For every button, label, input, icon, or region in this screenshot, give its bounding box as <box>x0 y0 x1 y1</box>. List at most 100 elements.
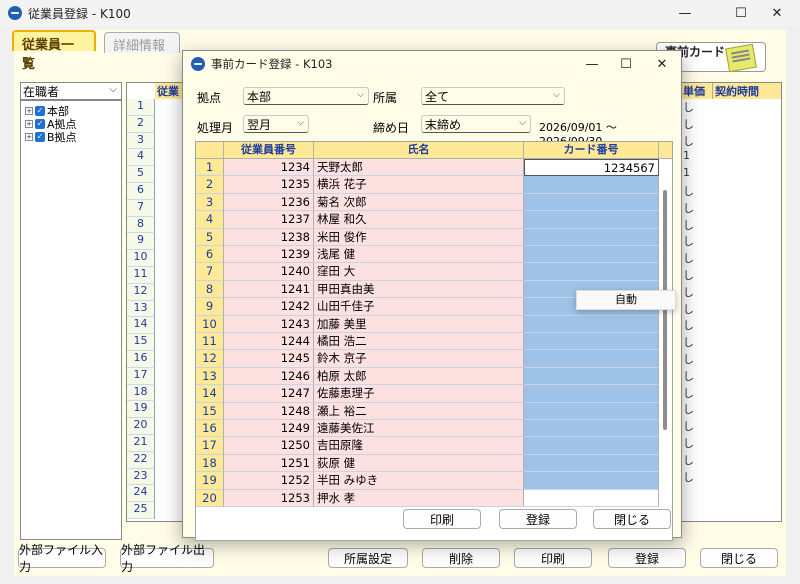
cell-card[interactable] <box>524 437 659 455</box>
table-row[interactable]: 2 1235 横浜 花子 <box>196 176 672 194</box>
dept-label: 所属 <box>373 91 398 105</box>
cell-card[interactable] <box>524 402 659 420</box>
dialog-register-button[interactable]: 登録 <box>499 509 577 529</box>
cell-card[interactable] <box>524 489 659 507</box>
cell-card[interactable] <box>524 472 659 490</box>
grid-row-number: 14 <box>127 317 155 335</box>
close-button[interactable]: 閉じる <box>700 548 778 568</box>
table-row[interactable]: 14 1247 佐藤恵理子 <box>196 385 672 403</box>
checkbox-checked-icon[interactable]: ✓ <box>35 105 45 116</box>
checkbox-checked-icon[interactable]: ✓ <box>35 131 45 142</box>
table-row[interactable]: 7 1240 窪田 大 <box>196 263 672 281</box>
minimize-icon[interactable]: — <box>662 0 708 26</box>
cell-emp: 1247 <box>224 385 314 403</box>
grid-row-number: 8 <box>127 216 155 234</box>
cell-no: 15 <box>196 402 224 420</box>
table-row[interactable]: 19 1252 半田 みゆき <box>196 472 672 490</box>
grid-row-number: 21 <box>127 434 155 452</box>
cell-no: 13 <box>196 367 224 386</box>
table-row[interactable]: 17 1250 吉田原隆 <box>196 437 672 455</box>
register-button[interactable]: 登録 <box>608 548 686 568</box>
grid-unit-price-cell: し <box>683 403 694 417</box>
expand-icon[interactable]: + <box>25 106 33 115</box>
table-row[interactable]: 13 1246 柏原 太郎 <box>196 367 672 386</box>
grid-scrollbar[interactable] <box>661 160 669 540</box>
grid-unit-price-cell: し <box>683 302 694 316</box>
cell-card[interactable] <box>524 454 659 473</box>
cell-emp: 1237 <box>224 211 314 229</box>
base-select[interactable]: 本部 ⌵ <box>243 87 369 105</box>
table-row[interactable]: 5 1238 米田 俊作 <box>196 228 672 246</box>
cell-card[interactable] <box>524 193 659 212</box>
grid-unit-price-cell: し <box>683 352 694 366</box>
table-row[interactable]: 10 1243 加藤 美里 <box>196 315 672 333</box>
close-icon[interactable]: ✕ <box>754 0 800 26</box>
dept-select-value: 全て <box>425 89 450 104</box>
tab-details[interactable]: 詳細情報 <box>104 32 180 54</box>
cell-card[interactable] <box>524 246 659 264</box>
cell-card[interactable] <box>524 420 659 438</box>
status-filter-value: 在職者 <box>23 84 60 99</box>
base-label: 拠点 <box>197 91 222 105</box>
import-file-button[interactable]: 外部ファイル入力 <box>18 543 106 574</box>
print-button[interactable]: 印刷 <box>514 548 592 568</box>
tree-item-b[interactable]: + ✓ B拠点 <box>25 130 121 144</box>
dept-settings-button[interactable]: 所属設定 <box>328 548 408 568</box>
closing-select-value: 末締め <box>425 117 462 132</box>
closing-select[interactable]: 末締め ⌵ <box>421 115 531 133</box>
cell-emp: 1251 <box>224 454 314 473</box>
grid-header-contract-hours: 契約時間 <box>713 83 781 99</box>
cell-card[interactable] <box>524 385 659 403</box>
cell-card[interactable] <box>524 263 659 281</box>
table-row[interactable]: 6 1239 浅尾 健 <box>196 246 672 264</box>
cell-no: 2 <box>196 176 224 194</box>
grid-corner-right <box>659 142 672 159</box>
month-label: 処理月 <box>197 121 234 135</box>
expand-icon[interactable]: + <box>25 132 33 141</box>
table-row[interactable]: 20 1253 押水 孝 <box>196 489 672 507</box>
tab-employee-list[interactable]: 従業員一覧 <box>12 30 96 72</box>
cell-emp: 1244 <box>224 333 314 351</box>
expand-icon[interactable]: + <box>25 119 33 128</box>
table-row[interactable]: 3 1236 菊名 次郎 <box>196 193 672 212</box>
checkbox-checked-icon[interactable]: ✓ <box>35 118 45 129</box>
card-grid[interactable]: 従業員番号 氏名 カード番号 1 1234 天野太郎 1234567 2 1235 横浜 花… <box>195 141 673 541</box>
table-row[interactable]: 18 1251 荻原 健 <box>196 454 672 473</box>
chevron-down-icon: ⌵ <box>357 90 364 100</box>
cell-name: 瀬上 裕二 <box>314 402 524 420</box>
cell-name: 窪田 大 <box>314 263 524 281</box>
grid-unit-price-cell: し <box>683 470 694 484</box>
grid-row-number: 2 <box>127 115 155 133</box>
grid-row-number: 25 <box>127 502 155 519</box>
status-filter-select[interactable]: 在職者 ⌵ <box>20 82 122 100</box>
export-file-button[interactable]: 外部ファイル出力 <box>120 543 214 574</box>
table-row[interactable]: 15 1248 瀬上 裕二 <box>196 402 672 420</box>
cell-card[interactable] <box>524 176 659 194</box>
month-select[interactable]: 翌月 ⌵ <box>243 115 309 133</box>
table-row[interactable]: 16 1249 遠藤美佐江 <box>196 420 672 438</box>
table-row[interactable]: 11 1244 橘田 浩二 <box>196 333 672 351</box>
grid-unit-price-cell: し <box>683 336 694 350</box>
grid-unit-price-cell: し <box>683 436 694 450</box>
cell-card[interactable]: 1234567 <box>524 159 659 177</box>
table-row[interactable]: 1 1234 天野太郎 1234567 <box>196 159 672 177</box>
context-menu-auto[interactable]: 自動 <box>615 293 637 306</box>
close-icon[interactable]: ✕ <box>639 51 685 77</box>
cell-card[interactable] <box>524 350 659 368</box>
grid-row-number: 18 <box>127 384 155 402</box>
dialog-close-button[interactable]: 閉じる <box>593 509 671 529</box>
cell-card[interactable] <box>524 315 659 333</box>
dialog-print-button[interactable]: 印刷 <box>403 509 481 529</box>
scroll-thumb[interactable] <box>663 190 667 430</box>
cell-card[interactable] <box>524 211 659 229</box>
table-row[interactable]: 12 1245 鈴木 京子 <box>196 350 672 368</box>
dept-select[interactable]: 全て ⌵ <box>421 87 565 105</box>
delete-button[interactable]: 削除 <box>422 548 500 568</box>
table-row[interactable]: 4 1237 林屋 和久 <box>196 211 672 229</box>
cell-name: 荻原 健 <box>314 454 524 473</box>
cell-name: 林屋 和久 <box>314 211 524 229</box>
context-menu: 自動 <box>576 290 676 310</box>
cell-card[interactable] <box>524 228 659 246</box>
cell-card[interactable] <box>524 333 659 351</box>
cell-card[interactable] <box>524 367 659 386</box>
